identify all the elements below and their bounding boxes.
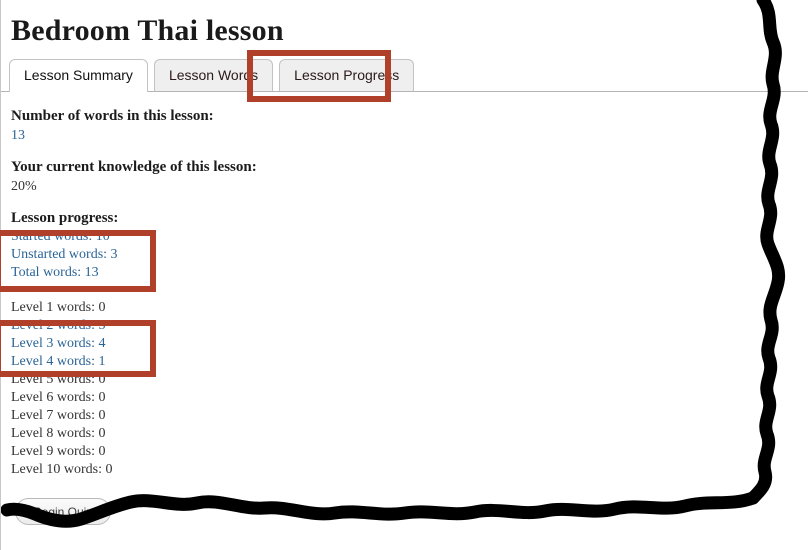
progress-stat-item[interactable]: Started words: 10 [11, 228, 711, 246]
level-words-item[interactable]: Level 4 words: 1 [11, 353, 711, 371]
tab-lesson-progress[interactable]: Lesson Progress [279, 59, 415, 92]
level-words-item: Level 6 words: 0 [11, 390, 106, 405]
level-words-item[interactable]: Level 2 words: 5 [11, 317, 711, 335]
word-count-value[interactable]: 13 [11, 126, 711, 145]
knowledge-value: 20% [11, 179, 37, 194]
page-title: Bedroom Thai lesson [11, 14, 284, 47]
lesson-page: Bedroom Thai lesson Lesson Summary Lesson… [0, 0, 808, 550]
word-count-label: Number of words in this lesson: [11, 108, 214, 124]
tab-lesson-words[interactable]: Lesson Words [153, 59, 274, 92]
right-edge-scribble [746, 0, 786, 505]
tab-bar: Lesson Summary Lesson Words Lesson Progres… [9, 58, 420, 92]
progress-stat-item[interactable]: Total words: 13 [11, 264, 711, 282]
knowledge-label: Your current knowledge of this lesson: [11, 159, 257, 175]
tab-lesson-summary[interactable]: Lesson Summary [9, 59, 148, 92]
level-words-item: Level 8 words: 0 [11, 426, 106, 441]
level-words-item: Level 9 words: 0 [11, 444, 106, 459]
progress-stats-list: Started words: 10 Unstarted words: 3 Total… [11, 228, 711, 282]
lesson-summary-content: Number of words in this lesson: 13 Your … [11, 106, 711, 479]
level-words-item: Level 10 words: 0 [11, 462, 113, 477]
level-words-list: Level 1 words: 0 Level 2 words: 5 Level 3 … [11, 299, 711, 479]
tab-active-mask [10, 90, 146, 93]
bottom-edge-scribble [1, 491, 760, 528]
level-words-item[interactable]: Level 3 words: 4 [11, 335, 711, 353]
level-words-item: Level 7 words: 0 [11, 408, 106, 423]
progress-stat-item[interactable]: Unstarted words: 3 [11, 246, 711, 264]
begin-quiz-button[interactable]: Begin Quiz [15, 498, 111, 525]
level-words-item: Level 5 words: 0 [11, 372, 106, 387]
level-words-item: Level 1 words: 0 [11, 300, 106, 315]
lesson-progress-label: Lesson progress: [11, 210, 119, 226]
